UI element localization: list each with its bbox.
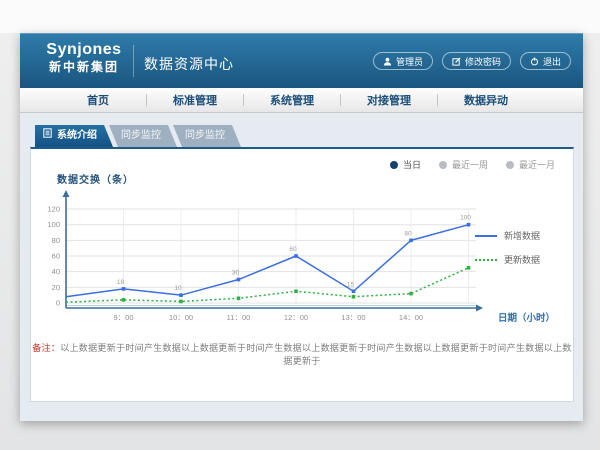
user-icon (383, 57, 392, 66)
power-icon (530, 57, 539, 66)
change-password-button[interactable]: 修改密码 (442, 52, 511, 70)
top-strip (0, 0, 600, 33)
nav-item-data-change[interactable]: 数据异动 (438, 92, 534, 108)
logo-subtext: 新中新集团 (38, 61, 130, 74)
svg-text:11：00: 11：00 (227, 313, 251, 322)
legend-item-new-data: 新增数据 (475, 229, 559, 242)
tab-label: 同步监控 (121, 130, 161, 141)
svg-text:13：00: 13：00 (341, 313, 365, 322)
logout-label: 退出 (543, 55, 561, 68)
svg-text:10：00: 10：00 (169, 313, 193, 322)
app-header: Synjones 新中新集团 数据资源中心 管理员 修改密码 (20, 33, 583, 88)
svg-text:18: 18 (117, 279, 125, 286)
footnote: 备注：以上数据更新于时间产生数据以上数据更新于时间产生数据以上数据更新于时间产生… (31, 341, 573, 367)
tab-label: 同步监控 (185, 130, 225, 141)
tab-label: 系统介绍 (57, 125, 97, 147)
radio-dot-icon (390, 161, 398, 169)
svg-text:12：00: 12：00 (284, 313, 308, 322)
svg-text:60: 60 (289, 246, 297, 253)
svg-text:日期（小时）: 日期（小时） (498, 312, 555, 324)
svg-text:60: 60 (52, 252, 60, 261)
footnote-text: 以上数据更新于时间产生数据以上数据更新于时间产生数据以上数据更新于时间产生数据以… (60, 343, 572, 366)
radio-dot-icon (506, 161, 514, 169)
main-nav: 首页 标准管理 系统管理 对接管理 数据异动 (20, 88, 583, 113)
tab-sync-monitor-1[interactable]: 同步监控 (109, 125, 177, 147)
tab-bar: 系统介绍 同步监控 同步监控 (35, 125, 237, 147)
page-title: 数据资源中心 (144, 54, 234, 74)
app-window: Synjones 新中新集团 数据资源中心 管理员 修改密码 (20, 33, 583, 421)
footnote-prefix: 备注： (32, 343, 60, 353)
radio-last-week[interactable]: 最近一周 (439, 158, 488, 171)
legend-label: 新增数据 (504, 229, 540, 242)
svg-text:14：00: 14：00 (399, 313, 423, 322)
svg-text:9：00: 9：00 (113, 313, 133, 322)
tab-sync-monitor-2[interactable]: 同步监控 (173, 125, 241, 147)
svg-text:120: 120 (47, 205, 60, 214)
svg-text:0: 0 (56, 299, 60, 308)
legend-swatch-0 (475, 235, 497, 237)
legend-item-updated-data: 更新数据 (475, 253, 559, 266)
admin-user-button[interactable]: 管理员 (373, 52, 433, 70)
svg-text:40: 40 (52, 267, 60, 276)
legend-swatch-1 (475, 259, 497, 261)
svg-text:20: 20 (52, 283, 60, 292)
radio-label: 最近一周 (452, 158, 488, 171)
svg-text:80: 80 (404, 230, 412, 237)
time-range-filter: 当日 最近一周 最近一月 (390, 158, 555, 171)
change-password-label: 修改密码 (465, 55, 501, 68)
nav-item-interface-mgmt[interactable]: 对接管理 (341, 92, 437, 108)
y-axis-title: 数据交换（条） (57, 171, 134, 186)
logo-text: Synjones (38, 41, 130, 59)
chart-legend: 新增数据 更新数据 (475, 229, 559, 277)
logo: Synjones 新中新集团 (38, 41, 130, 74)
tab-system-intro[interactable]: 系统介绍 (35, 125, 113, 147)
radio-today[interactable]: 当日 (390, 158, 421, 171)
radio-label: 最近一月 (519, 158, 555, 171)
svg-text:15: 15 (347, 281, 355, 288)
svg-text:100: 100 (460, 215, 471, 222)
svg-text:80: 80 (52, 236, 60, 245)
edit-icon (452, 57, 461, 66)
chart-panel: 当日 最近一周 最近一月 数据交换（条） 0 20 40 60 80 100 120 9：00… (30, 147, 574, 402)
svg-text:10: 10 (174, 285, 182, 292)
nav-item-home[interactable]: 首页 (50, 92, 146, 108)
nav-item-system-mgmt[interactable]: 系统管理 (244, 92, 340, 108)
svg-text:30: 30 (232, 270, 240, 277)
header-divider (133, 45, 134, 77)
header-actions: 管理员 修改密码 退出 (373, 52, 571, 70)
radio-label: 当日 (403, 158, 421, 171)
svg-text:100: 100 (47, 220, 60, 229)
admin-user-label: 管理员 (396, 55, 423, 68)
content-area: 系统介绍 同步监控 同步监控 当日 最近一周 (20, 113, 583, 421)
nav-item-standard-mgmt[interactable]: 标准管理 (147, 92, 243, 108)
document-icon (43, 125, 52, 147)
logout-button[interactable]: 退出 (520, 52, 571, 70)
legend-label: 更新数据 (504, 253, 540, 266)
radio-dot-icon (439, 161, 447, 169)
radio-last-month[interactable]: 最近一月 (506, 158, 555, 171)
